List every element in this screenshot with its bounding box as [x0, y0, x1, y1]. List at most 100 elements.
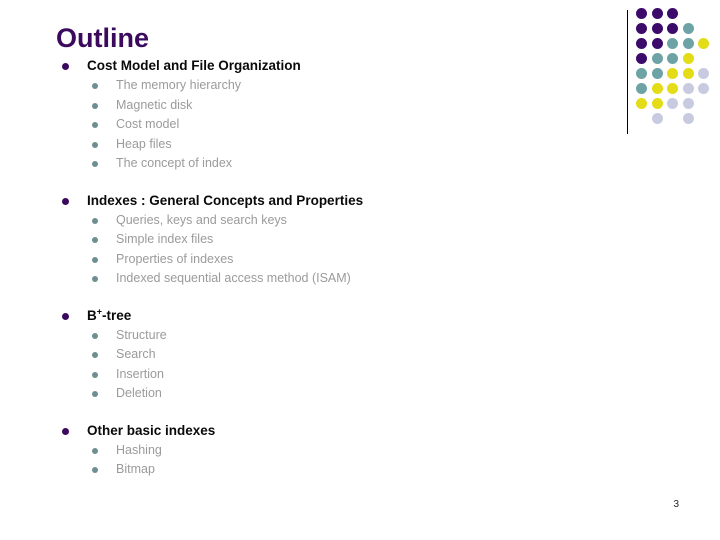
sub-bullet-marker-icon: [92, 371, 98, 378]
dot-teal: [667, 53, 678, 64]
slide-canvas: Outline Cost Model and File Organization…: [0, 0, 720, 540]
outline-level2-item[interactable]: Magnetic disk: [0, 96, 600, 116]
dot-teal: [667, 38, 678, 49]
outline-level2-label: Indexed sequential access method (ISAM): [116, 271, 351, 285]
dot-teal: [682, 23, 694, 34]
outline-level2-item[interactable]: The concept of index: [0, 154, 600, 174]
dot-lavender: [698, 68, 709, 79]
outline-level2-item[interactable]: Insertion: [0, 365, 600, 385]
sub-bullet-marker-icon: [92, 352, 98, 358]
outline-level2-item[interactable]: Hashing: [0, 441, 600, 461]
outline-level2-label: Bitmap: [116, 462, 155, 476]
sub-bullet-marker-icon: [92, 447, 98, 454]
outline-section: B+-tree Structure Search Insertion Deletion: [0, 306, 600, 404]
outline-level2-label: Deletion: [116, 386, 162, 400]
outline-level2-label: Queries, keys and search keys: [116, 212, 287, 227]
outline-level2-item[interactable]: Structure: [0, 326, 600, 346]
outline-section: Other basic indexes Hashing Bitmap: [0, 421, 600, 480]
sub-bullet-marker-icon: [92, 102, 98, 109]
bullet-marker-icon: [62, 63, 69, 70]
outline-section: Indexes : General Concepts and Propertie…: [0, 191, 600, 289]
dot-teal: [651, 53, 663, 64]
outline-level2-item[interactable]: Search: [0, 345, 600, 365]
outline-level2-label: Properties of indexes: [116, 251, 234, 266]
dot-teal: [636, 68, 647, 79]
dot-lavender: [698, 83, 709, 94]
dot-teal: [636, 83, 647, 94]
outline-level1-label: Indexes : General Concepts and Propertie…: [87, 192, 364, 208]
sub-bullet-marker-icon: [92, 83, 98, 89]
outline-level2-label: Heap files: [116, 136, 172, 151]
outline-content: Cost Model and File Organization The memo…: [0, 56, 600, 480]
outline-level2-item[interactable]: Queries, keys and search keys: [0, 211, 600, 231]
outline-level2-item[interactable]: Indexed sequential access method (ISAM): [0, 269, 600, 289]
dot-teal: [682, 38, 694, 49]
bullet-marker-icon: [62, 312, 69, 320]
outline-section: Cost Model and File Organization The memo…: [0, 56, 600, 174]
sub-bullet-marker-icon: [92, 467, 98, 473]
bullet-marker-icon: [62, 427, 69, 435]
dot-purple: [667, 23, 678, 34]
sub-bullet-marker-icon: [92, 332, 98, 339]
outline-level2-item[interactable]: Cost model: [0, 115, 600, 135]
dot-yellow: [667, 83, 678, 94]
outline-level2-item[interactable]: The memory hierarchy: [0, 76, 600, 96]
dot-yellow: [682, 68, 694, 79]
outline-level2-label: The memory hierarchy: [116, 78, 242, 92]
page-number: 3: [673, 499, 679, 510]
dot-purple: [636, 38, 647, 49]
dot-purple: [636, 53, 647, 64]
dot-yellow: [698, 38, 709, 49]
dot-purple: [636, 8, 647, 19]
outline-level1-item[interactable]: Other basic indexes: [0, 421, 600, 441]
outline-level2-item[interactable]: Bitmap: [0, 460, 600, 480]
dot-lavender: [651, 113, 663, 124]
dot-yellow: [636, 98, 647, 109]
superscript-plus: +: [96, 306, 103, 316]
outline-level2-label: Magnetic disk: [116, 97, 193, 112]
dot-teal: [651, 68, 663, 79]
dot-yellow: [651, 98, 663, 109]
outline-level1-label: B+-tree: [87, 306, 132, 323]
outline-level2-item[interactable]: Heap files: [0, 135, 600, 155]
sub-bullet-marker-icon: [92, 161, 98, 167]
dot-purple: [651, 38, 663, 49]
dot-yellow: [667, 68, 678, 79]
outline-level2-label: Hashing: [116, 442, 162, 457]
dot-purple: [651, 23, 663, 34]
dot-lavender: [667, 98, 678, 109]
outline-level2-label: Simple index files: [116, 232, 214, 246]
outline-level2-item[interactable]: Properties of indexes: [0, 250, 600, 270]
dot-yellow: [682, 53, 694, 64]
dot-lavender: [682, 83, 694, 94]
sub-bullet-marker-icon: [92, 122, 98, 128]
dot-purple: [667, 8, 678, 19]
outline-level1-label: Cost Model and File Organization: [87, 58, 301, 73]
sub-bullet-marker-icon: [92, 141, 98, 148]
outline-level2-label: Cost model: [116, 117, 180, 131]
bullet-marker-icon: [62, 197, 69, 205]
dot-lavender: [682, 98, 694, 109]
dot-purple: [636, 23, 647, 34]
outline-level1-item[interactable]: Indexes : General Concepts and Propertie…: [0, 191, 600, 211]
outline-level1-item[interactable]: Cost Model and File Organization: [0, 56, 600, 76]
sub-bullet-marker-icon: [92, 217, 98, 224]
outline-level1-item[interactable]: B+-tree: [0, 306, 600, 326]
page-title: Outline: [56, 23, 149, 53]
dot-lavender: [682, 113, 694, 124]
outline-level2-label: The concept of index: [116, 156, 233, 170]
dot-purple: [651, 8, 663, 19]
outline-level2-item[interactable]: Simple index files: [0, 230, 600, 250]
outline-level2-item[interactable]: Deletion: [0, 384, 600, 404]
sub-bullet-marker-icon: [92, 237, 98, 243]
vertical-rule-divider: [627, 10, 628, 134]
dot-grid-decoration: [636, 8, 714, 128]
dot-yellow: [651, 83, 663, 94]
sub-bullet-marker-icon: [92, 391, 98, 397]
outline-level1-label: Other basic indexes: [87, 422, 216, 438]
sub-bullet-marker-icon: [92, 276, 98, 282]
outline-level2-label: Structure: [116, 327, 167, 342]
